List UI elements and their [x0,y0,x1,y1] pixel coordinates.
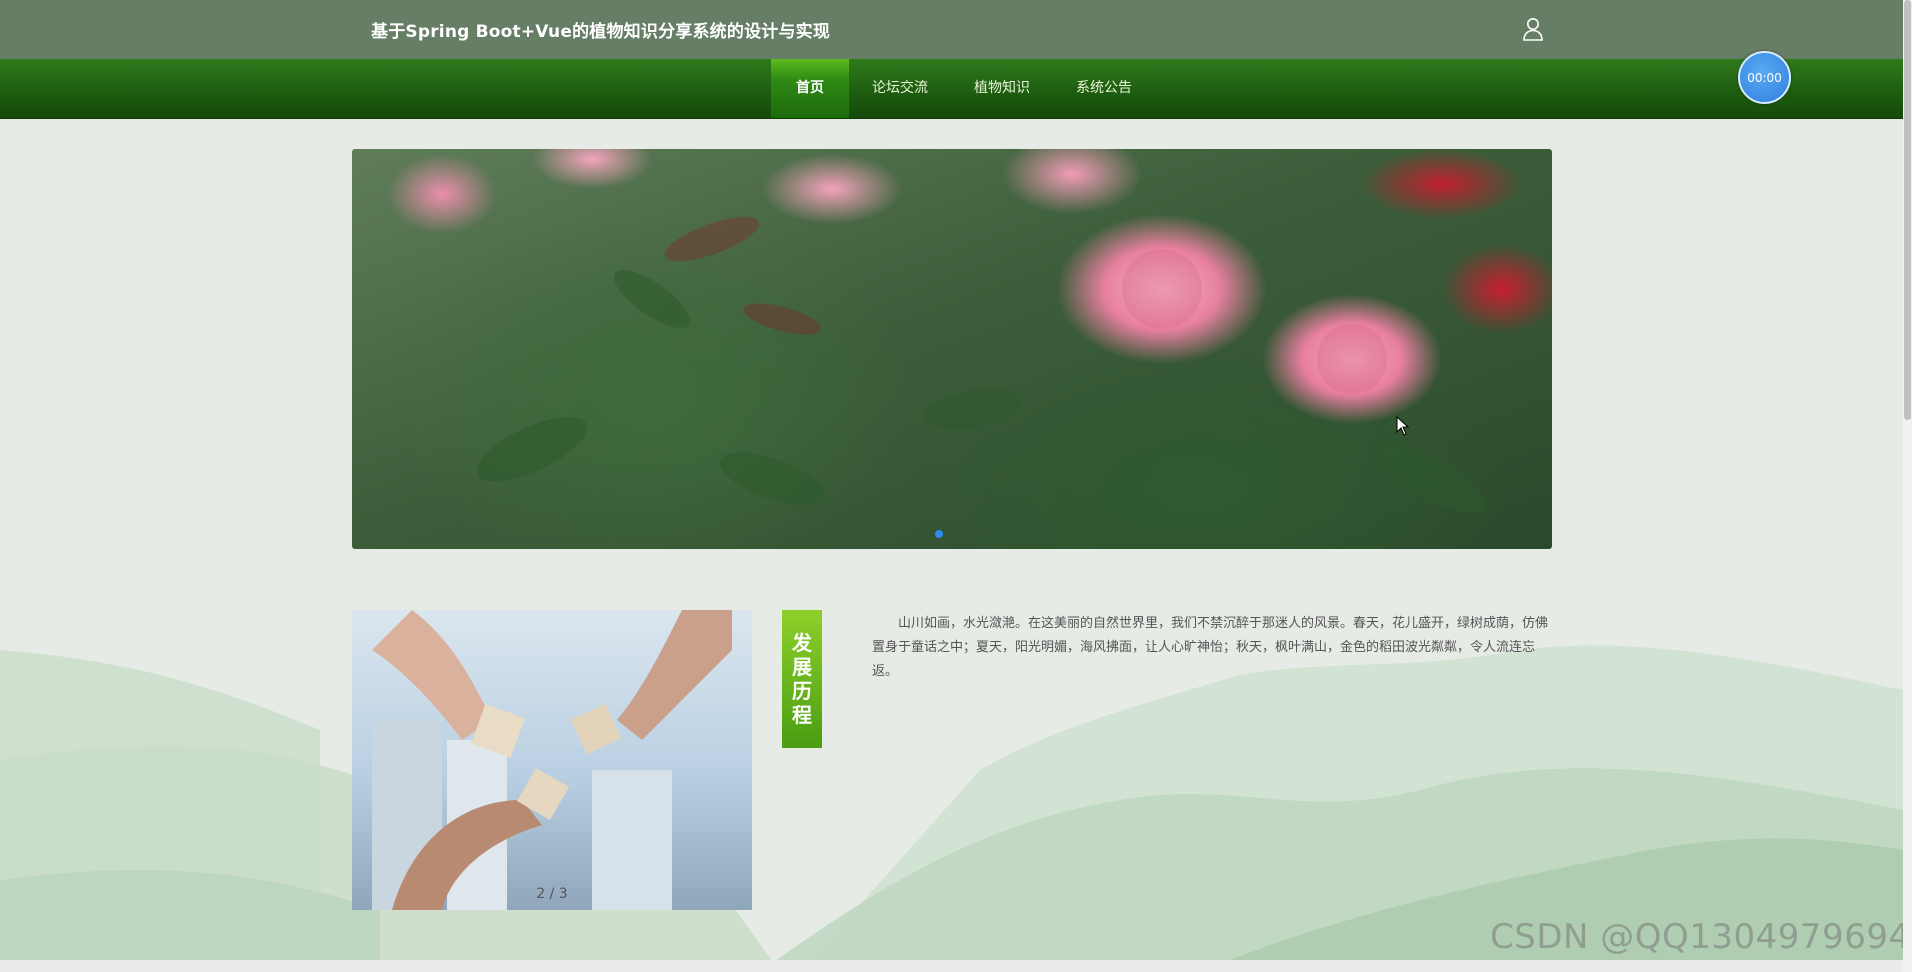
history-tag: 发展历程 [782,610,822,748]
page-scrollbar[interactable] [1903,0,1912,972]
rose-photo [476,216,1485,514]
top-header: 基于Spring Boot+Vue的植物知识分享系统的设计与实现 [0,0,1903,59]
user-button[interactable] [1518,14,1548,44]
bottom-strip [0,960,1903,972]
puzzle-hands-photo [372,610,732,910]
banner-carousel[interactable] [352,149,1552,549]
nav-item-forum[interactable]: 论坛交流 [849,59,951,118]
history-tag-label: 发展历程 [792,631,812,727]
site-title: 基于Spring Boot+Vue的植物知识分享系统的设计与实现 [371,22,831,42]
image-counter: 2 / 3 [536,886,568,902]
nav-list: 首页 论坛交流 植物知识 系统公告 [771,59,1155,118]
nav-item-plant-knowledge[interactable]: 植物知识 [951,59,1053,118]
carousel-indicator-dot[interactable] [935,530,943,538]
main-nav: 首页 论坛交流 植物知识 系统公告 [0,59,1903,119]
scrollbar-thumb[interactable] [1904,0,1911,420]
mouse-cursor-icon [1396,416,1410,436]
csdn-watermark: CSDN @QQ1304979694 [1490,917,1911,957]
user-icon [1523,18,1543,41]
nav-item-announcements[interactable]: 系统公告 [1053,59,1155,118]
about-description: 山川如画，水光潋滟。在这美丽的自然世界里，我们不禁沉醉于那迷人的风景。春天，花儿… [872,616,1549,679]
timer-badge[interactable]: 00:00 [1738,51,1791,104]
nav-item-home[interactable]: 首页 [771,59,849,118]
about-image-carousel[interactable]: 2 / 3 [352,610,752,910]
